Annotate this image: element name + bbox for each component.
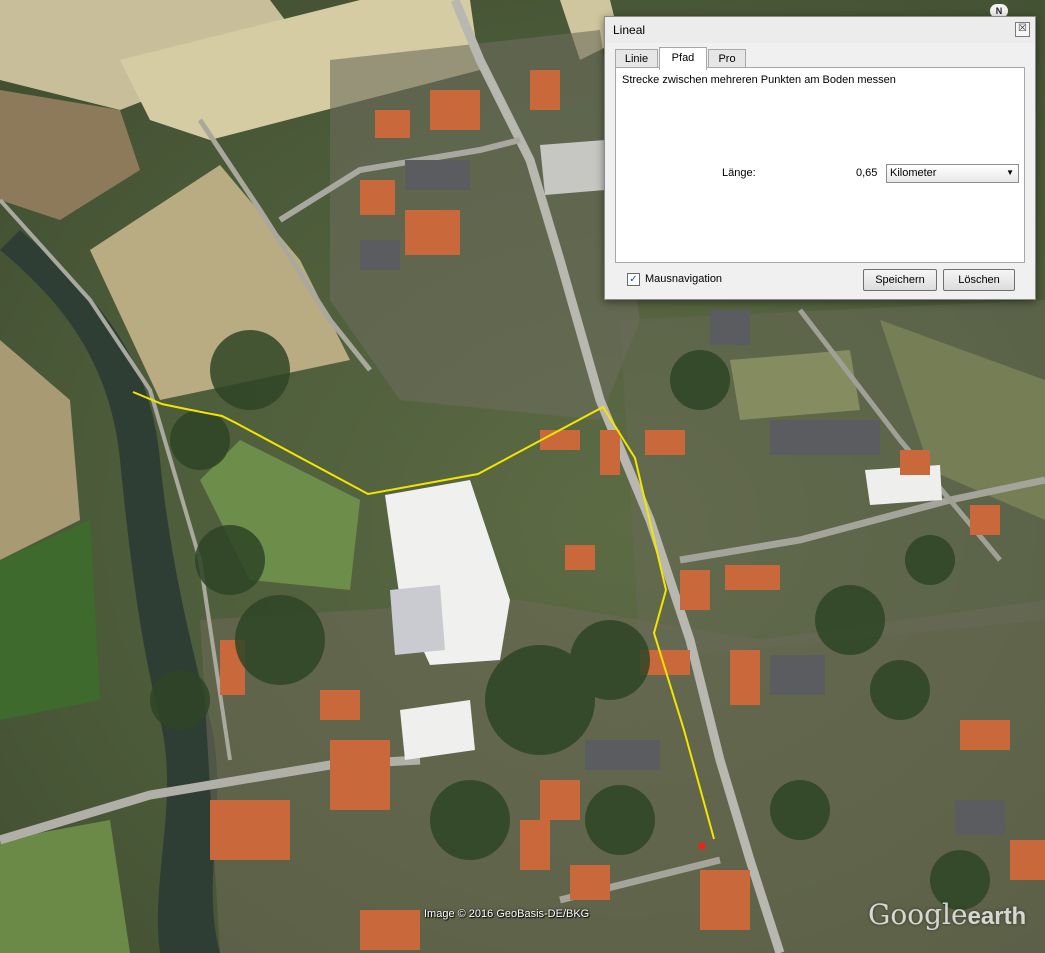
save-button[interactable]: Speichern [863, 269, 937, 291]
length-value: 0,65 [856, 167, 878, 179]
tab-linie[interactable]: Linie [615, 49, 658, 68]
google-earth-logo: Googleearth [868, 898, 1027, 931]
dialog-title: Lineal [613, 23, 646, 37]
tab-panel-pfad: Strecke zwischen mehreren Punkten am Bod… [615, 67, 1025, 263]
tab-pro[interactable]: Pro [708, 49, 746, 68]
unit-select[interactable]: Kilometer ▼ [886, 164, 1019, 183]
chevron-down-icon: ▼ [1006, 168, 1014, 177]
length-label: Länge: [722, 167, 756, 179]
path-end-marker[interactable] [699, 843, 705, 849]
ruler-dialog: Lineal ☒ Linie Pfad Pro Strecke zwischen… [604, 16, 1036, 300]
building [400, 700, 475, 760]
building [390, 585, 445, 655]
unit-selected-value: Kilometer [890, 167, 937, 179]
close-icon[interactable]: ☒ [1015, 22, 1030, 37]
path-description: Strecke zwischen mehreren Punkten am Bod… [622, 74, 896, 86]
imagery-credit: Image © 2016 GeoBasis-DE/BKG [424, 908, 590, 920]
building [540, 140, 605, 195]
dialog-titlebar[interactable]: Lineal ☒ [605, 17, 1035, 43]
clear-button[interactable]: Löschen [943, 269, 1015, 291]
mouse-navigation-checkbox[interactable]: ✓ [627, 273, 640, 286]
tab-pfad[interactable]: Pfad [659, 47, 707, 70]
field [0, 820, 130, 953]
mouse-navigation-label[interactable]: Mausnavigation [645, 273, 722, 285]
field [0, 340, 80, 560]
